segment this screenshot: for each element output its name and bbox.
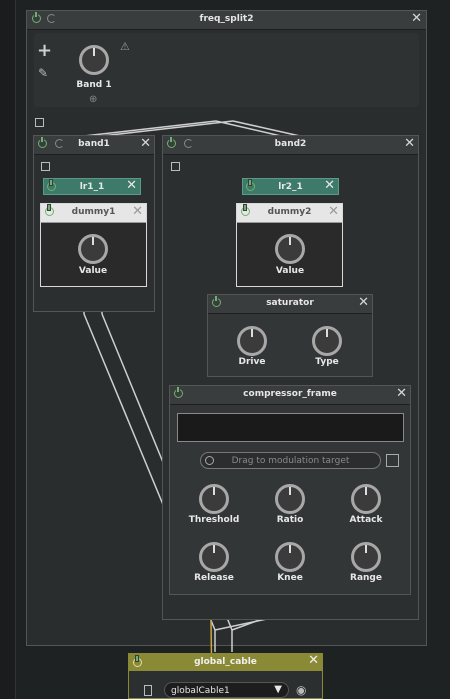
type-label: Type (315, 357, 339, 367)
release-label: Release (194, 573, 234, 583)
meter-display (177, 413, 404, 442)
knee-knob[interactable] (275, 542, 305, 572)
modulation-drag-target[interactable]: Drag to modulation target (200, 452, 381, 469)
dummy1-title: dummy1 (71, 207, 116, 217)
dummy2-header[interactable]: dummy2 ✕ (237, 204, 342, 223)
ratio-knob[interactable] (275, 484, 305, 514)
chart-icon[interactable] (386, 454, 399, 467)
band1-title: band1 (78, 139, 110, 149)
global-cable-module[interactable]: global_cable ✕ globalCable1 ▼ ◉ (128, 653, 323, 699)
global-cable-header[interactable]: global_cable ✕ (129, 654, 322, 671)
saturator-header[interactable]: saturator ✕ (208, 295, 372, 314)
type-knob[interactable] (312, 326, 342, 356)
close-icon[interactable]: ✕ (404, 137, 415, 151)
band2-header[interactable]: band2 ✕ (163, 136, 418, 155)
close-icon[interactable]: ✕ (132, 205, 143, 219)
value-label: Value (275, 266, 305, 276)
knee-label: Knee (277, 573, 303, 583)
close-icon[interactable]: ✕ (324, 179, 335, 193)
lr1-module[interactable]: lr1_1 ✕ (43, 178, 141, 195)
compressor-title: compressor_frame (243, 389, 337, 399)
range-knob[interactable] (351, 542, 381, 572)
dummy2-title: dummy2 (267, 207, 312, 217)
drive-label: Drive (238, 357, 266, 367)
saturator-title: saturator (266, 298, 314, 308)
value-knob[interactable] (275, 234, 305, 264)
attack-knob[interactable] (351, 484, 381, 514)
close-icon[interactable]: ✕ (140, 137, 151, 151)
external-link-icon[interactable] (41, 162, 50, 171)
compressor-header[interactable]: compressor_frame ✕ (170, 386, 410, 405)
close-icon[interactable]: ✕ (328, 205, 339, 219)
value-label: Value (78, 266, 108, 276)
value-knob[interactable] (78, 234, 108, 264)
cable-select-value: globalCable1 (171, 686, 230, 696)
chevron-down-icon: ▼ (274, 684, 282, 695)
close-icon[interactable]: ✕ (126, 179, 137, 193)
external-link-icon[interactable] (171, 162, 180, 171)
release-knob[interactable] (199, 542, 229, 572)
eye-icon[interactable]: ◉ (296, 683, 306, 697)
close-icon[interactable]: ✕ (396, 387, 407, 401)
lr2-module[interactable]: lr2_1 ✕ (242, 178, 339, 195)
band2-title: band2 (274, 139, 307, 149)
close-icon[interactable]: ✕ (358, 296, 369, 310)
drag-text: Drag to modulation target (231, 456, 350, 466)
threshold-label: Threshold (188, 515, 240, 525)
range-label: Range (350, 573, 382, 583)
drive-knob[interactable] (237, 326, 267, 356)
file-icon[interactable] (144, 685, 152, 696)
band1-header[interactable]: band1 ✕ (34, 136, 154, 155)
cable-select[interactable]: globalCable1 ▼ (164, 682, 289, 698)
ratio-label: Ratio (276, 515, 304, 525)
attack-label: Attack (349, 515, 383, 525)
dummy1-header[interactable]: dummy1 ✕ (41, 204, 146, 223)
close-icon[interactable]: ✕ (308, 654, 319, 668)
global-cable-title: global_cable (194, 657, 257, 667)
threshold-knob[interactable] (199, 484, 229, 514)
